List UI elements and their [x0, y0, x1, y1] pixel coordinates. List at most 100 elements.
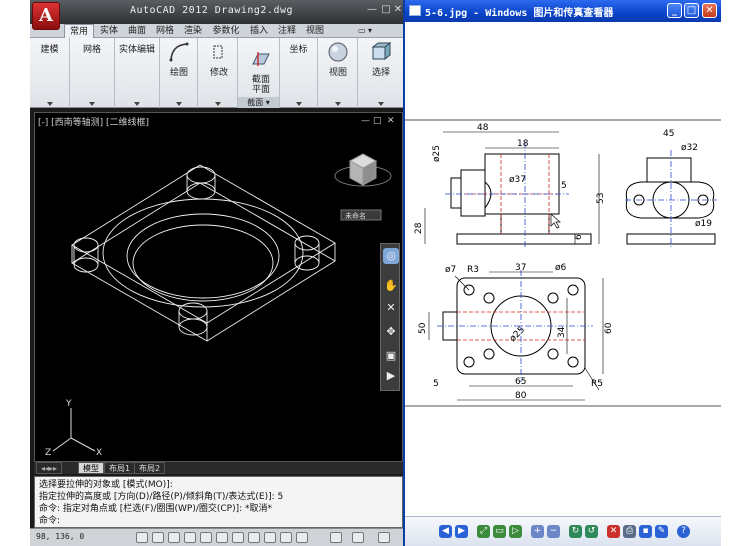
save-icon[interactable]: ▪ [639, 525, 652, 538]
tab-render[interactable]: 渲染 [180, 24, 206, 38]
quick-properties-icon[interactable] [296, 532, 308, 543]
panel-modeling[interactable]: 建模 [30, 38, 70, 108]
zoom-in-icon[interactable]: + [531, 525, 544, 538]
workspace-icon[interactable] [352, 532, 364, 543]
ortho-mode-icon[interactable] [168, 532, 180, 543]
print-icon[interactable]: ⎙ [623, 525, 636, 538]
record-icon[interactable]: ▶ [383, 368, 399, 384]
rotate-ccw-icon[interactable]: ↺ [585, 525, 598, 538]
picture-app-icon [409, 5, 421, 16]
model-space-icon[interactable] [330, 532, 342, 543]
chevron-down-icon[interactable] [46, 102, 53, 106]
tab-layout2[interactable]: 布局2 [134, 462, 166, 474]
chevron-down-icon[interactable] [334, 102, 341, 106]
command-prompt[interactable]: 命令: [39, 515, 398, 527]
object-snap-icon[interactable] [200, 532, 212, 543]
tab-solid[interactable]: 实体 [96, 24, 122, 38]
autocad-window: AutoCAD 2012 Drawing2.dwg — □ ✕ A 常用 实体 … [30, 0, 403, 546]
snap-mode-icon[interactable] [136, 532, 148, 543]
tab-nav-arrows[interactable]: ◂◂▸▸ [36, 462, 63, 474]
chevron-down-icon[interactable] [214, 102, 221, 106]
chevron-down-icon[interactable] [89, 102, 95, 106]
panel-view[interactable]: 视图 [318, 38, 358, 108]
panel-draw[interactable]: 绘图 [160, 38, 198, 108]
section-plane-button[interactable]: 截面 平面 [248, 48, 274, 95]
tab-mesh[interactable]: 网格 [152, 24, 178, 38]
minimize-button[interactable]: _ [667, 3, 682, 18]
tab-model[interactable]: 模型 [78, 462, 104, 474]
panel-coordinates[interactable]: 坐标 [280, 38, 318, 108]
showmotion-icon[interactable]: ▣ [383, 348, 399, 364]
close-button[interactable]: ✕ [391, 4, 403, 17]
orbit-icon[interactable]: ✥ [383, 324, 399, 340]
lineweight-icon[interactable] [280, 532, 292, 543]
arc-draw-icon [169, 42, 189, 62]
help-icon[interactable]: ? [677, 525, 690, 538]
drawing-viewport[interactable]: [-] [西南等轴测] [二维线框] — □ ✕ Y X Z 未命名 ◎ ✋ ✕… [34, 112, 403, 462]
tab-annotate[interactable]: 注释 [274, 24, 300, 38]
draw-button[interactable]: 绘图 [166, 41, 192, 78]
clean-screen-icon[interactable] [378, 532, 390, 543]
command-line-window[interactable]: 选择要拉伸的对象或 [模式(MO)]: 指定拉伸的高度或 [方向(D)/路径(P… [34, 476, 403, 528]
chevron-down-icon[interactable] [134, 102, 140, 106]
panel-section[interactable]: 截面 平面 截面 ▾ [238, 38, 280, 108]
panel-section-footer[interactable]: 截面 ▾ [238, 97, 279, 108]
dim-48: 48 [477, 123, 489, 133]
view-button[interactable]: 视图 [324, 41, 352, 78]
dim-diam-circle: ø25 [508, 325, 527, 344]
3d-osnap-icon[interactable] [216, 532, 228, 543]
delete-icon[interactable]: ✕ [607, 525, 620, 538]
panel-section-footer-label: 截面 [247, 98, 264, 107]
close-button[interactable]: ✕ [702, 3, 717, 18]
minimize-button[interactable]: — [365, 4, 379, 17]
panel-mesh-label: 网格 [82, 45, 101, 55]
panel-select[interactable]: 选择 [358, 38, 403, 108]
panel-solid-edit[interactable]: 实体编辑 [115, 38, 160, 108]
ucs-x-label: X [96, 448, 102, 458]
chevron-down-icon[interactable] [295, 102, 302, 106]
photo-viewer-titlebar[interactable]: 5-6.jpg - Windows 图片和传真查看器 _ □ ✕ [405, 0, 721, 22]
dynamic-input-icon[interactable] [264, 532, 276, 543]
tab-insert[interactable]: 插入 [246, 24, 272, 38]
steering-wheel-icon[interactable]: ◎ [383, 248, 399, 264]
ucs-dynamic-icon[interactable] [248, 532, 260, 543]
ribbon-extra-controls[interactable]: ▭ ▾ [330, 24, 400, 38]
image-display-area[interactable]: 48 18 ø25 ø37 5 53 28 6 45 ø32 ø19 ø7 R3… [405, 22, 721, 516]
viewcube[interactable]: 未命名 [334, 153, 392, 221]
next-icon[interactable]: ▶ [455, 525, 468, 538]
prev-icon[interactable]: ◀ [439, 525, 452, 538]
select-button[interactable]: 选择 [367, 41, 395, 78]
pan-icon[interactable]: ✋ [383, 278, 399, 294]
tab-parametric[interactable]: 参数化 [208, 24, 244, 38]
best-fit-icon[interactable]: ⤢ [477, 525, 490, 538]
slideshow-icon[interactable]: ▷ [509, 525, 522, 538]
zoom-extents-icon[interactable]: ✕ [383, 300, 399, 316]
application-menu-button[interactable]: A [32, 2, 60, 30]
command-history-line: 指定拉伸的高度或 [方向(D)/路径(P)/倾斜角(T)/表达式(E)]: 5 [39, 492, 284, 502]
polar-tracking-icon[interactable] [184, 532, 196, 543]
view-label: 视图 [328, 68, 347, 78]
maximize-button[interactable]: □ [684, 3, 699, 18]
panel-mesh[interactable]: 网格 [70, 38, 115, 108]
rotate-cw-icon[interactable]: ↻ [569, 525, 582, 538]
tab-surface[interactable]: 曲面 [124, 24, 150, 38]
cursor-coordinates[interactable]: 98, 136, 0 [36, 532, 84, 541]
object-snap-tracking-icon[interactable] [232, 532, 244, 543]
modify-button[interactable]: 修改 [206, 41, 232, 78]
desktop-background-right [721, 0, 750, 546]
edit-icon[interactable]: ✎ [655, 525, 668, 538]
actual-size-icon[interactable]: ▭ [493, 525, 506, 538]
ribbon-tab-bar: 常用 实体 曲面 网格 渲染 参数化 插入 注释 视图 ▭ ▾ [30, 24, 403, 38]
panel-modify[interactable]: 修改 [198, 38, 238, 108]
dim-6: 6 [574, 234, 584, 240]
tab-view[interactable]: 视图 [302, 24, 328, 38]
tab-layout1[interactable]: 布局1 [104, 462, 136, 474]
chevron-down-icon[interactable] [377, 102, 384, 106]
chevron-down-icon[interactable] [175, 102, 182, 106]
grid-display-icon[interactable] [152, 532, 164, 543]
tab-home[interactable]: 常用 [64, 24, 94, 38]
zoom-out-icon[interactable]: − [547, 525, 560, 538]
dim-18: 18 [517, 139, 529, 149]
ucs-icon [52, 408, 96, 452]
autocad-titlebar[interactable]: AutoCAD 2012 Drawing2.dwg — □ ✕ [30, 0, 403, 24]
